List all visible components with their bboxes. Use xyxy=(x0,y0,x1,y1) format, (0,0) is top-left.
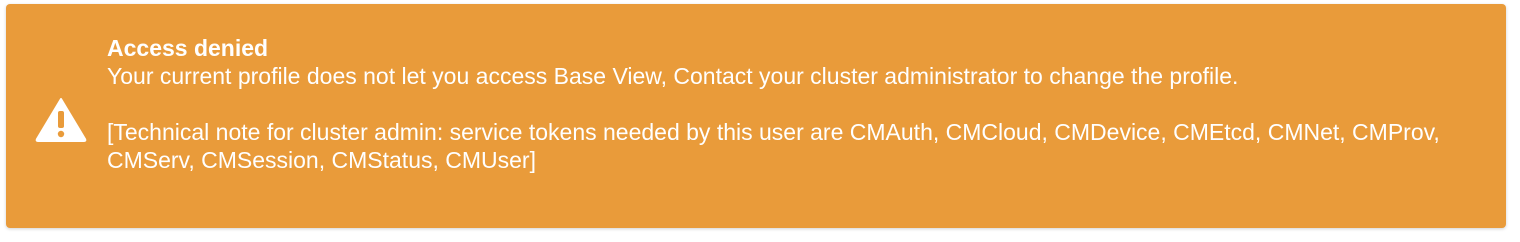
alert-message: Your current profile does not let you ac… xyxy=(107,63,1239,89)
access-denied-alert: Access denied Your current profile does … xyxy=(6,4,1506,228)
alert-title: Access denied xyxy=(107,35,269,61)
warning-triangle-icon xyxy=(35,96,87,142)
alert-body: Access denied Your current profile does … xyxy=(107,34,1477,174)
technical-note: [Technical note for cluster admin: servi… xyxy=(107,119,1440,173)
